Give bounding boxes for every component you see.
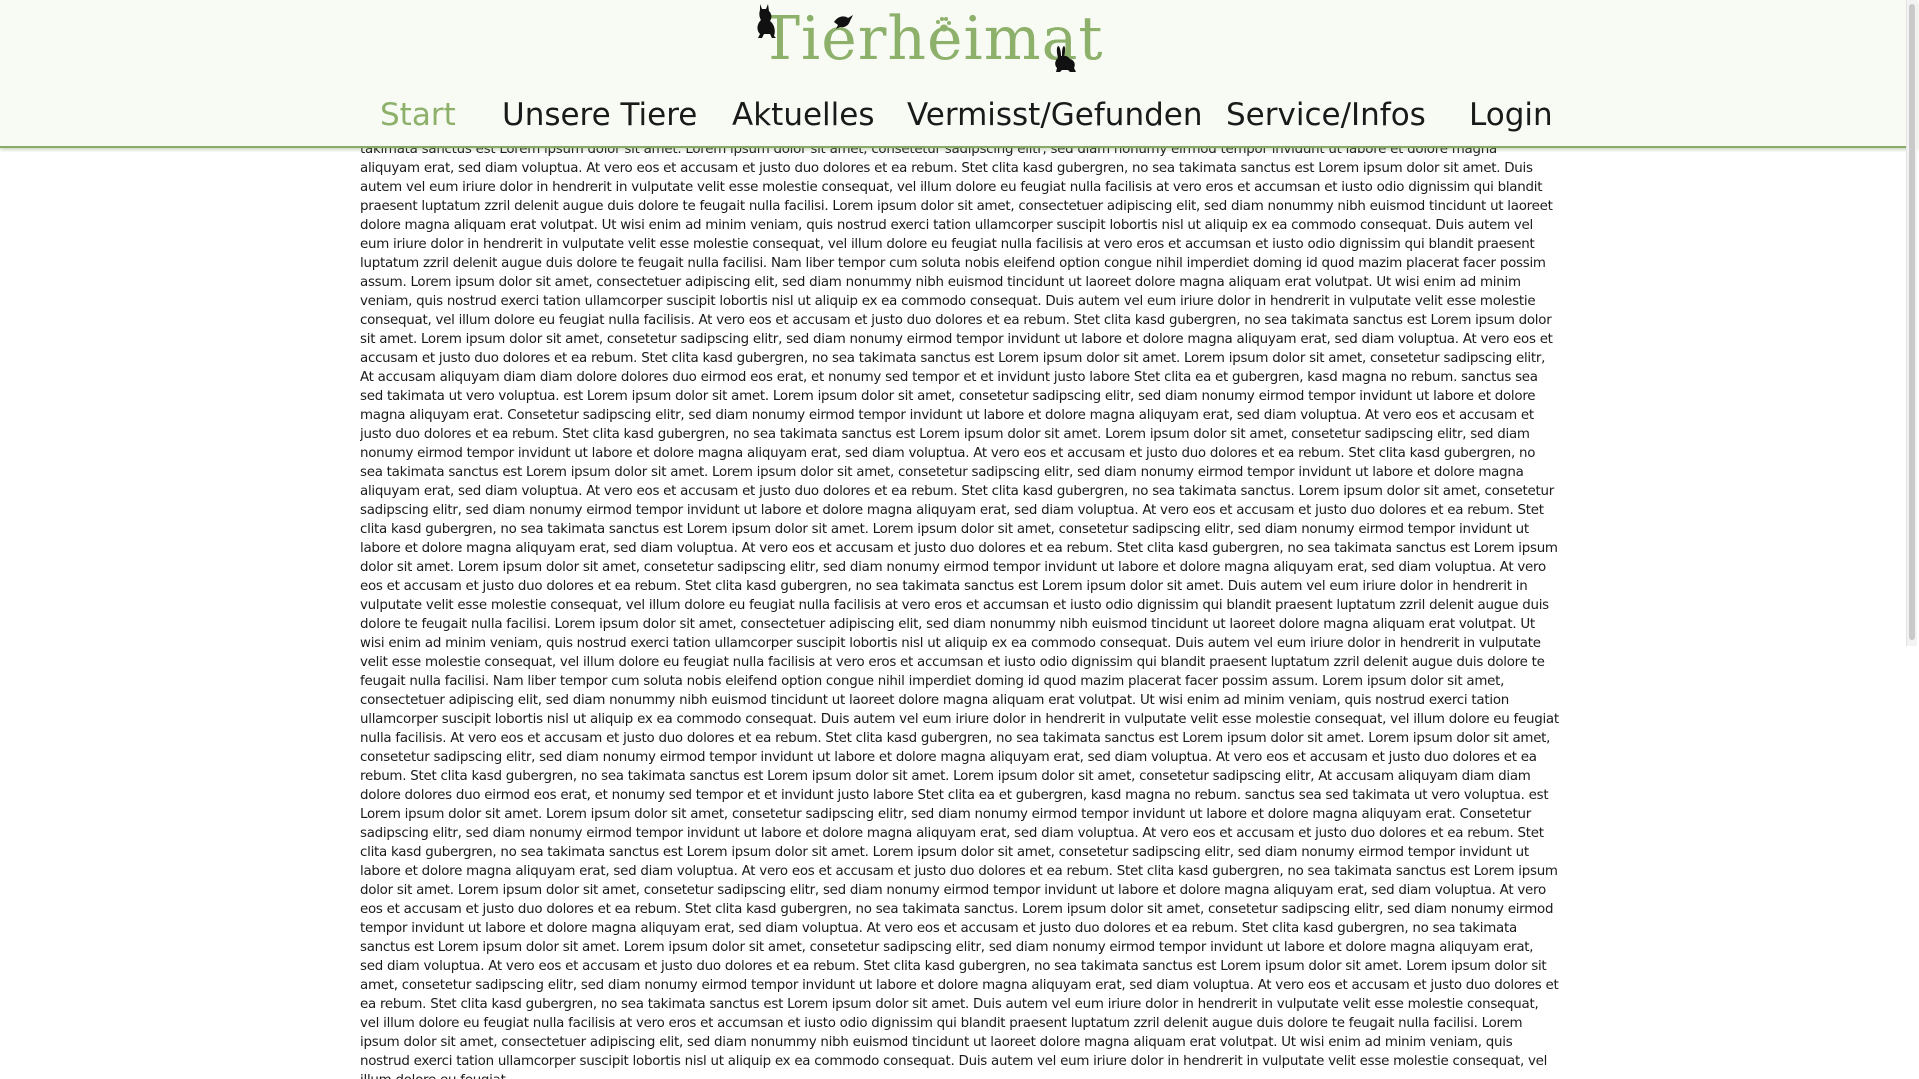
nav-item-aktuelles[interactable]: Aktuelles xyxy=(732,92,874,138)
paw-icon xyxy=(936,17,951,32)
bird-silhouette-icon xyxy=(834,15,853,29)
cat-silhouette-icon xyxy=(757,4,776,38)
nav-item-start[interactable]: Start xyxy=(380,92,456,138)
nav-item-service-infos[interactable]: Service/Infos xyxy=(1226,92,1426,138)
nav-item-vermisst-gefunden[interactable]: Vermisst/Gefunden xyxy=(907,92,1202,138)
main-content: takimata sanctus est Lorem ipsum dolor s… xyxy=(360,146,1560,1079)
main-nav: Start Unsere Tiere Aktuelles Vermisst/Ge… xyxy=(0,92,1917,140)
nav-item-login[interactable]: Login xyxy=(1469,92,1553,138)
page: Tierheimat Start Unsere Tiere Aktuelles … xyxy=(0,0,1919,1079)
site-logo[interactable]: Tierheimat xyxy=(748,0,1103,84)
site-header: Tierheimat Start Unsere Tiere Aktuelles … xyxy=(0,0,1917,148)
nav-item-unsere-tiere[interactable]: Unsere Tiere xyxy=(502,92,697,138)
body-paragraph: takimata sanctus est Lorem ipsum dolor s… xyxy=(360,146,1559,1079)
scrollbar-thumb[interactable] xyxy=(1909,4,1915,640)
rabbit-silhouette-icon xyxy=(1055,46,1076,72)
page-scrollbar[interactable] xyxy=(1906,0,1917,646)
